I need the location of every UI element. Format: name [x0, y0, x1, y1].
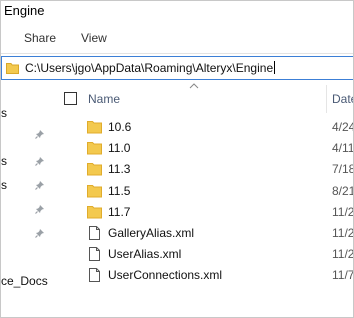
navigation-pane: s s s ce_Docs — [1, 81, 56, 317]
file-row[interactable]: 10.6 4/24 — [86, 117, 354, 138]
text-caret — [274, 61, 276, 74]
pin-icon[interactable] — [35, 204, 45, 214]
file-row[interactable]: 11.5 8/21 — [86, 181, 354, 202]
document-icon — [89, 226, 100, 240]
file-explorer-window: Engine Share View C:\Users\jgo\AppData\R… — [0, 0, 354, 318]
file-date: 11/2 — [332, 204, 354, 219]
pin-icon[interactable] — [35, 129, 45, 139]
ribbon-tabs: Share View — [1, 23, 353, 53]
file-name: 11.3 — [108, 162, 131, 177]
file-name: GalleryAlias.xml — [108, 226, 195, 240]
pin-icon[interactable] — [35, 180, 45, 190]
file-name: 10.6 — [108, 120, 132, 134]
file-name: 11.0 — [108, 141, 131, 156]
file-name: UserConnections.xml — [108, 268, 223, 283]
nav-item[interactable]: s — [1, 178, 7, 192]
address-bar[interactable]: C:\Users\jgo\AppData\Roaming\Alteryx\Eng… — [1, 56, 353, 80]
file-row[interactable]: 11.7 11/2 — [86, 202, 354, 223]
folder-icon — [6, 63, 19, 74]
file-date: 4/24 — [332, 120, 354, 134]
folder-icon — [87, 142, 102, 155]
select-all-checkbox[interactable] — [64, 92, 77, 105]
tab-share[interactable]: Share — [24, 31, 56, 45]
file-date: 11/2 — [332, 226, 354, 240]
file-name: 11.7 — [108, 204, 131, 219]
folder-icon — [87, 205, 102, 219]
file-name: UserAlias.xml — [108, 247, 182, 262]
title-bar: Engine — [1, 1, 353, 21]
tab-view[interactable]: View — [81, 31, 107, 45]
document-icon — [89, 247, 100, 262]
column-header-date[interactable]: Date — [332, 92, 353, 106]
column-header-name[interactable]: Name — [88, 92, 120, 106]
file-row[interactable]: UserConnections.xml 11/7 — [86, 265, 354, 286]
file-row[interactable]: 11.0 4/11 — [86, 138, 354, 159]
column-divider[interactable] — [326, 85, 327, 113]
nav-item[interactable]: ce_Docs — [1, 274, 48, 288]
file-name: 11.5 — [108, 183, 131, 198]
document-icon — [89, 268, 100, 283]
folder-icon — [87, 184, 102, 198]
folder-icon — [87, 163, 102, 176]
file-list: Name Date 10.6 4/24 11.0 4/11 11.3 7/18 11.5 8/… — [56, 81, 354, 317]
address-path-text: C:\Users\jgo\AppData\Roaming\Alteryx\Eng… — [25, 61, 274, 75]
nav-item[interactable]: s — [1, 154, 7, 168]
sort-ascending-icon[interactable] — [189, 82, 199, 89]
file-date: 8/21 — [332, 183, 354, 198]
file-row[interactable]: GalleryAlias.xml 11/2 — [86, 223, 354, 244]
file-row[interactable]: 11.3 7/18 — [86, 159, 354, 180]
pin-icon[interactable] — [35, 228, 45, 238]
address-path[interactable]: C:\Users\jgo\AppData\Roaming\Alteryx\Eng… — [25, 61, 276, 75]
window-title: Engine — [4, 3, 45, 18]
nav-item[interactable]: s — [1, 106, 7, 120]
file-date: 4/11 — [332, 141, 354, 156]
ribbon-divider — [1, 53, 353, 54]
pin-icon[interactable] — [35, 156, 45, 166]
folder-icon — [87, 121, 102, 134]
file-date: 11/7 — [332, 268, 354, 283]
file-date: 7/18 — [332, 162, 354, 177]
file-row[interactable]: UserAlias.xml 11/2 — [86, 244, 354, 265]
file-date: 11/2 — [332, 247, 354, 262]
